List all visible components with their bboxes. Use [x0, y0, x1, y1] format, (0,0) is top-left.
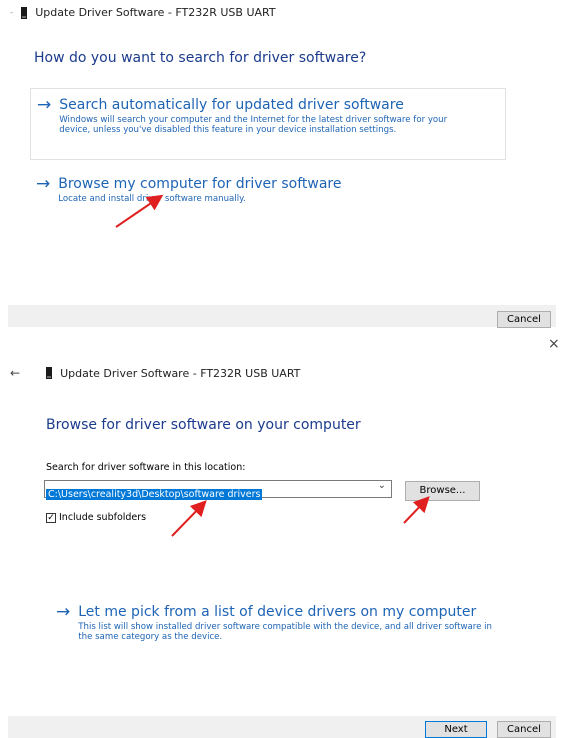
annotation-arrow-browse-option	[115, 194, 164, 228]
annotation-arrow-path	[171, 500, 207, 537]
annotation-overlay	[115, 194, 430, 537]
annotation-arrow-browse-button	[403, 496, 430, 524]
